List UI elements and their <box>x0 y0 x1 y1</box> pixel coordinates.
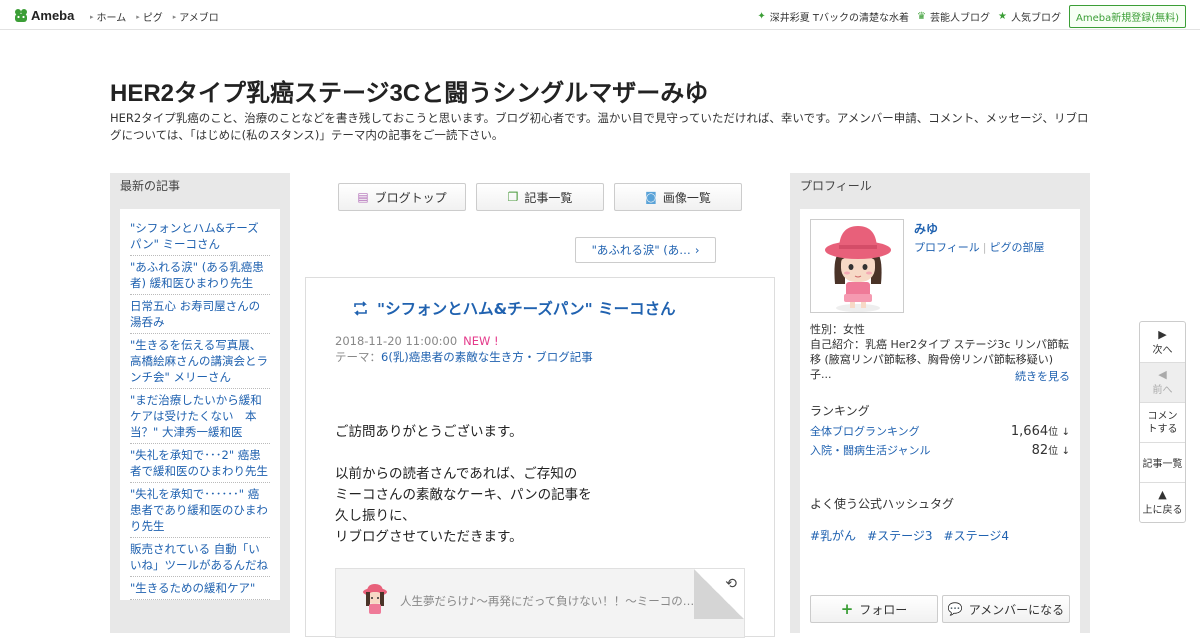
triangle-up-icon: ▲ <box>1158 488 1167 501</box>
blog-title[interactable]: HER2タイプ乳癌ステージ3Cと闘うシングルマザーみゆ <box>110 73 708 108</box>
sparkle-icon: ✦ <box>757 11 766 22</box>
profile-body: みゆ プロフィール | ピグの部屋 性別：女性 自己紹介：乳癌 Her2タイプ ステ… <box>800 209 1080 639</box>
chevron-right-icon: › <box>694 243 700 257</box>
nav-ameblo[interactable]: ▸ アメブロ <box>172 9 219 25</box>
article-meta: 2018-11-20 11:00:00 NEW ! テーマ：6(乳)癌患者の素敵な… <box>335 333 593 365</box>
ranking-value: 82位 ↓ <box>1031 443 1070 458</box>
hashtag-heading: よく使う公式ハッシュタグ <box>810 497 955 511</box>
recent-article-link[interactable]: "失礼を承知で･･･2" 癌患者で緩和医のひまわり先生 <box>130 444 270 483</box>
comment-button[interactable]: コメントする <box>1140 403 1185 443</box>
blog-top-button[interactable]: ▤ ブログトップ <box>338 183 466 211</box>
article-list-float-button[interactable]: 記事一覧 <box>1140 443 1185 483</box>
crown-icon: ♛ <box>917 11 927 22</box>
hashtag-link[interactable]: #ステージ3 <box>867 527 932 544</box>
ameba-logo-icon <box>15 8 27 22</box>
article-list-button[interactable]: ❐ 記事一覧 <box>476 183 604 211</box>
recent-article-link[interactable]: "まだ治療したいから緩和ケアは受けたくない 本当？" 大津秀一緩和医 <box>130 389 270 444</box>
recent-article-link[interactable]: 日常五心 お寿司屋さんの湯呑み <box>130 295 270 334</box>
caret-right-icon: ▸ <box>90 12 94 21</box>
plus-icon: + <box>840 600 854 618</box>
profile-avatar[interactable] <box>810 219 904 313</box>
avatar-illustration <box>811 220 903 312</box>
top-bar: Ameba ▸ ホーム ▸ ピグ ▸ アメブロ ✦ 深井彩夏 Tバックの清楚な水着 ♛ 芸… <box>0 0 1200 30</box>
play-right-icon: ▶ <box>1158 327 1167 341</box>
genre-ranking-link[interactable]: 入院・闘病生活ジャンル <box>810 442 930 458</box>
camera-icon: ◙ <box>645 190 657 204</box>
profile-panel: プロフィール みゆ プロフィール | ピグの部屋 性別：女性 自己紹介：乳癌 H… <box>790 173 1090 639</box>
read-more-link[interactable]: 続きを見る <box>1015 368 1070 384</box>
signup-button[interactable]: Ameba新規登録(無料) <box>1068 5 1186 28</box>
floating-nav: ▶ 次へ ◀ 前へ コメントする 記事一覧 ▲ 上に戻る <box>1139 321 1186 523</box>
blog-nav-buttons: ▤ ブログトップ ❐ 記事一覧 ◙ 画像一覧 <box>338 183 742 211</box>
recent-article-link[interactable]: "生きるための緩和ケア" <box>130 577 270 600</box>
profile-name[interactable]: みゆ <box>914 220 938 237</box>
body-paragraph: ご訪問ありがとうございます。 <box>335 424 523 440</box>
blog-description: HER2タイプ乳癌のこと、治療のことなどを書き残しておこうと思います。ブログ初心… <box>110 111 1089 142</box>
recent-articles-panel: 最新の記事 "シフォンとハム&チーズパン" ミーコさん "あふれる涙" (ある乳… <box>110 173 290 633</box>
hashtag-link[interactable]: #乳がん <box>810 527 856 544</box>
profile-links: プロフィール | ピグの部屋 <box>914 239 1045 255</box>
quoted-blogger-avatar <box>363 584 387 614</box>
copy-icon: ❐ <box>507 190 519 204</box>
recent-article-link[interactable]: "シフォンとハム&チーズパン" ミーコさん <box>130 217 270 256</box>
recent-article-link[interactable]: 販売されている 自動「いいね」ツールがあるんだね <box>130 538 270 577</box>
play-left-icon: ◀ <box>1158 368 1167 381</box>
top-right-links: ✦ 深井彩夏 Tバックの清楚な水着 ♛ 芸能人ブログ ★ 人気ブログ Ameba新規登… <box>757 5 1186 28</box>
down-arrow-icon: ↓ <box>1061 427 1070 438</box>
recent-article-link[interactable]: "失礼を承知で･･････" 癌患者であり緩和医のひまわり先生 <box>130 483 270 538</box>
theme-label: テーマ： <box>335 350 381 364</box>
hashtag-link[interactable]: #ステージ4 <box>944 527 1009 544</box>
article-date: 2018-11-20 11:00:00 <box>335 334 458 348</box>
nav-home[interactable]: ▸ ホーム <box>90 9 126 25</box>
recent-article-link[interactable]: "生きるを伝える写真展、高橋絵麻さんの講演会とランチ会" メリーさん <box>130 334 270 389</box>
down-arrow-icon: ↓ <box>1061 446 1070 457</box>
logo-text: Ameba <box>31 7 75 23</box>
ranking-row: 全体ブログランキング 1,664位 ↓ <box>810 423 1070 439</box>
popular-blog-link[interactable]: ★ 人気ブログ <box>998 9 1061 24</box>
caret-right-icon: ▸ <box>172 12 177 21</box>
document-icon: ▤ <box>357 190 369 204</box>
theme-link[interactable]: 6(乳)癌患者の素敵な生き方・ブログ記事 <box>381 350 593 364</box>
reblog-icon <box>354 300 367 316</box>
separator: | <box>982 241 987 254</box>
speech-bubble-icon: 💬 <box>947 602 963 616</box>
recent-articles-heading: 最新の記事 <box>120 179 181 193</box>
ranking-row: 入院・闘病生活ジャンル 82位 ↓ <box>810 442 1070 458</box>
image-list-button[interactable]: ◙ 画像一覧 <box>614 183 742 211</box>
recent-articles-list: "シフォンとハム&チーズパン" ミーコさん "あふれる涙" (ある乳癌患者) 緩… <box>120 209 280 600</box>
new-badge: NEW ! <box>463 334 499 348</box>
star-icon: ★ <box>998 11 1007 22</box>
next-article-button[interactable]: ▶ 次へ <box>1140 322 1185 363</box>
reblog-card[interactable]: ⟲ 人生夢だらけ♪〜再発にだって負けない！！〜ミーコの… <box>335 568 745 638</box>
caret-right-icon: ▸ <box>136 12 140 21</box>
ranking-value: 1,664位 ↓ <box>1010 424 1070 439</box>
ameba-logo[interactable]: Ameba <box>14 7 74 23</box>
article-title[interactable]: "シフォンとハム&チーズパン" ミーコさん <box>352 297 676 319</box>
celebrity-blog-link[interactable]: ♛ 芸能人ブログ <box>917 9 990 24</box>
amember-button[interactable]: 💬 アメンバーになる <box>942 595 1070 623</box>
overall-ranking-link[interactable]: 全体ブログランキング <box>810 423 920 439</box>
nav-pigg[interactable]: ▸ ピグ <box>136 9 163 25</box>
profile-heading: プロフィール <box>800 179 872 193</box>
ranking-heading: ランキング <box>810 404 870 418</box>
previous-article-button[interactable]: ◀ 前へ <box>1140 363 1185 403</box>
back-to-top-button[interactable]: ▲ 上に戻る <box>1140 483 1185 522</box>
body-paragraph: 以前からの読者さんであれば、ご存知の ミーコさんの素敵なケーキ、パンの記事を 久… <box>335 466 592 545</box>
gender: 性別：女性 <box>810 323 865 336</box>
reblog-corner-icon: ⟲ <box>725 576 737 592</box>
article-body: ご訪問ありがとうございます。 以前からの読者さんであれば、ご存知の ミーコさんの… <box>335 422 592 569</box>
global-nav: ▸ ホーム ▸ ピグ ▸ アメブロ <box>90 9 219 25</box>
article-entry: "シフォンとハム&チーズパン" ミーコさん 2018-11-20 11:00:0… <box>305 277 775 638</box>
profile-link[interactable]: プロフィール <box>914 241 980 254</box>
reblog-card-text: 人生夢だらけ♪〜再発にだって負けない！！〜ミーコの… <box>400 594 695 608</box>
hashtag-list: #乳がん #ステージ3 #ステージ4 <box>810 527 1009 544</box>
recent-article-link[interactable]: "あふれる涙" (ある乳癌患者) 緩和医ひまわり先生 <box>130 256 270 295</box>
trending-link[interactable]: ✦ 深井彩夏 Tバックの清楚な水着 <box>757 9 909 24</box>
pigg-room-link[interactable]: ピグの部屋 <box>990 241 1045 254</box>
previous-article-link[interactable]: "あふれる涙" (あ… › <box>575 237 716 263</box>
follow-button[interactable]: + フォロー <box>810 595 938 623</box>
